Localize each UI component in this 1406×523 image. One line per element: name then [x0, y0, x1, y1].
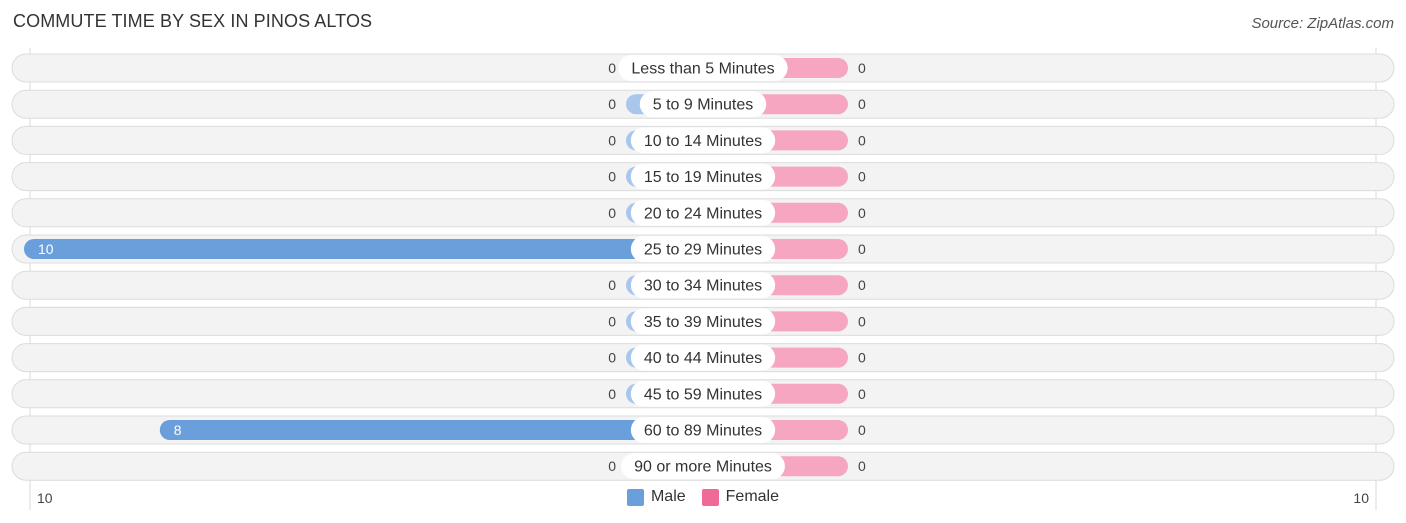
category-label: 60 to 89 Minutes	[644, 423, 762, 440]
legend-label-male: Male	[650, 488, 686, 505]
category-label: 15 to 19 Minutes	[644, 169, 762, 186]
value-label-female: 0	[858, 205, 866, 221]
value-label-female: 0	[858, 241, 866, 257]
value-label-female: 0	[858, 313, 866, 329]
value-label-male: 8	[174, 422, 182, 438]
value-label-male: 0	[608, 458, 616, 474]
category-label: Less than 5 Minutes	[631, 61, 774, 78]
legend-swatch-male	[626, 488, 644, 506]
value-label-male: 0	[608, 60, 616, 76]
category-label: 25 to 29 Minutes	[644, 242, 762, 259]
category-label: 30 to 34 Minutes	[644, 278, 762, 295]
category-label: 90 or more Minutes	[634, 459, 772, 476]
category-label: 10 to 14 Minutes	[644, 133, 762, 150]
value-label-male: 0	[608, 132, 616, 148]
value-label-male: 0	[608, 313, 616, 329]
value-label-female: 0	[858, 458, 866, 474]
value-label-female: 0	[858, 386, 866, 402]
legend-item-male: Male	[626, 488, 686, 506]
category-label: 40 to 44 Minutes	[644, 350, 762, 367]
bar-male	[159, 420, 714, 440]
value-label-female: 0	[858, 60, 866, 76]
value-label-male: 0	[608, 205, 616, 221]
legend-item-female: Female	[701, 488, 780, 506]
value-label-male: 10	[38, 241, 54, 257]
chart-canvas: Less than 5 Minutes 0 0 5 to 9 Minutes 0 0 10 …	[11, 48, 1395, 510]
value-label-female: 0	[858, 422, 866, 438]
value-label-female: 0	[858, 169, 866, 185]
bar-male	[24, 239, 713, 259]
category-label: 45 to 59 Minutes	[644, 386, 762, 403]
value-label-male: 0	[608, 350, 616, 366]
value-label-male: 0	[608, 96, 616, 112]
category-label: 35 to 39 Minutes	[644, 314, 762, 331]
legend: Male Female	[0, 488, 1406, 506]
value-label-male: 0	[608, 386, 616, 402]
category-label: 5 to 9 Minutes	[653, 97, 754, 114]
value-label-female: 0	[858, 96, 866, 112]
legend-label-female: Female	[725, 488, 780, 505]
value-label-female: 0	[858, 350, 866, 366]
value-label-female: 0	[858, 277, 866, 293]
value-label-male: 0	[608, 169, 616, 185]
value-label-male: 0	[608, 277, 616, 293]
category-label: 20 to 24 Minutes	[644, 205, 762, 222]
value-label-female: 0	[858, 132, 866, 148]
legend-swatch-female	[701, 488, 719, 506]
